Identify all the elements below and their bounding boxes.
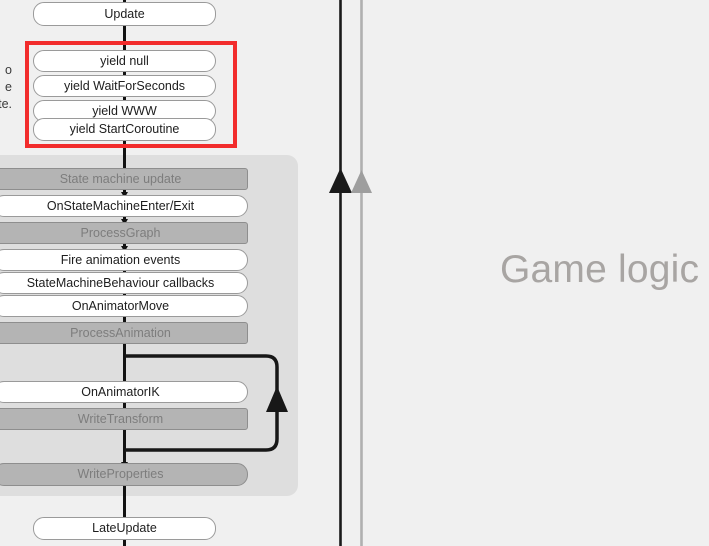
clipped-caption: oe te. [0,62,12,113]
node-onstatemachineenter-exit-label: OnStateMachineEnter/Exit [46,198,195,213]
node-processanimation[interactable]: ProcessAnimation [0,322,248,344]
node-writeproperties[interactable]: WriteProperties [0,463,248,486]
node-yield-waitforseconds-label: yield WaitForSeconds [63,78,186,93]
node-yield-waitforseconds[interactable]: yield WaitForSeconds [33,75,216,97]
clipped-caption-line-2: e [5,80,12,94]
node-processanimation-label: ProcessAnimation [70,325,171,340]
game-logic-label: Game logic [500,248,700,291]
node-fire-animation-events[interactable]: Fire animation events [0,249,248,271]
node-yield-null[interactable]: yield null [33,50,216,72]
node-fire-animation-events-label: Fire animation events [60,252,181,267]
node-statemachinebehaviour-callbacks-label: StateMachineBehaviour callbacks [26,275,215,290]
node-processgraph-label: ProcessGraph [80,225,161,240]
node-onanimatormove[interactable]: OnAnimatorMove [0,295,248,317]
node-writetransform[interactable]: WriteTransform [0,408,248,430]
node-update[interactable]: Update [33,2,216,26]
node-state-machine-update[interactable]: State machine update [0,168,248,190]
node-yield-startcoroutine-label: yield StartCoroutine [69,122,180,137]
clipped-caption-line-3: te. [0,97,12,111]
node-onstatemachineenter-exit[interactable]: OnStateMachineEnter/Exit [0,195,248,217]
node-state-machine-update-label: State machine update [59,171,182,186]
node-processgraph[interactable]: ProcessGraph [0,222,248,244]
node-writetransform-label: WriteTransform [77,411,164,426]
node-writeproperties-label: WriteProperties [77,467,164,482]
node-yield-startcoroutine[interactable]: yield StartCoroutine [33,118,216,141]
node-yield-www-label: yield WWW [92,103,157,118]
node-lateupdate-label: LateUpdate [92,521,157,536]
node-lateupdate[interactable]: LateUpdate [33,517,216,540]
node-onanimatorik[interactable]: OnAnimatorIK [0,381,248,403]
node-onanimatorik-label: OnAnimatorIK [81,384,160,399]
node-statemachinebehaviour-callbacks[interactable]: StateMachineBehaviour callbacks [0,272,248,294]
diagram-canvas: oete. Update yield null yiel [0,0,709,546]
node-update-label: Update [104,6,145,21]
node-onanimatormove-label: OnAnimatorMove [71,298,170,313]
clipped-caption-line-1: o [5,63,12,77]
node-yield-null-label: yield null [100,53,149,68]
